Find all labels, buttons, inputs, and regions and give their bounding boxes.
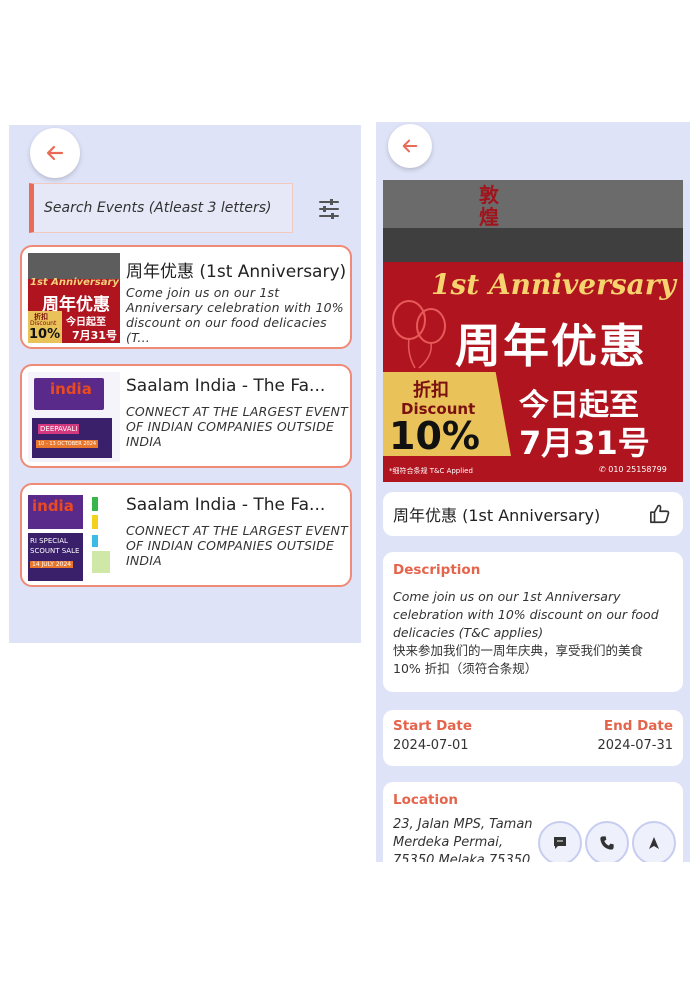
navigate-button[interactable] [632,821,676,862]
start-date-value: 2024-07-01 [393,738,469,753]
thumbs-up-icon[interactable] [649,503,671,525]
search-placeholder: Search Events (Atleast 3 letters) [44,200,272,216]
banner-footer-left: *细符合条规 T&C Applied [389,467,473,475]
event-title: 周年优惠 (1st Anniversary) [393,506,601,525]
description-label: Description [393,562,481,578]
start-date-label: Start Date [393,718,473,734]
thumb-line-1: DEEPAVALI [38,424,80,434]
event-description: Come join us on our 1st Anniversary cele… [126,285,344,345]
thumb-text-1: 今日起至 [66,317,106,328]
banner-footer-right: ✆ 010 25158799 [599,465,667,474]
thumb-logo: india [50,380,92,398]
phone-icon: ✆ [599,465,606,474]
location-value: 23, Jalan MPS, Taman Merdeka Permai, 753… [393,817,533,862]
event-title-card: 周年优惠 (1st Anniversary) [383,492,683,536]
banner-text-2: 7月31号 [519,424,650,462]
thumb-line-2: 10 - 13 OCTOBER 2024 [36,440,99,448]
banner-logo: 敦煌 [479,183,499,229]
location-label: Location [393,792,458,808]
event-list-screen: Search Events (Atleast 3 letters) 1st An… [9,125,361,643]
back-button[interactable] [388,124,432,168]
thumb-headline: 1st Anniversary [30,277,119,288]
thumb-text-2: 7月31号 [72,329,117,342]
banner-chinese: 周年优惠 [455,319,647,373]
event-card[interactable]: india RI SPECIAL SCOUNT SALE 14 JULY 202… [20,483,352,587]
phone-icon [600,836,614,850]
arrow-left-icon [46,145,64,161]
arrow-left-icon [402,139,418,153]
thumb-discount: 10% [29,327,61,342]
navigation-arrow-icon [649,837,659,849]
thumb-badge-en: Discount [30,320,57,327]
banner-phone: 010 25158799 [608,465,667,474]
description-text-en: Come join us on our 1st Anniversary cele… [393,589,659,640]
filter-sliders-icon[interactable] [317,197,341,221]
description-card: Description Come join us on our 1st Anni… [383,552,683,692]
description-text-cn: 快来参加我们的一周年庆典，享受我们的美食 10% 折扣（须符合条规） [393,643,644,676]
message-icon [554,837,566,849]
banner-headline: 1st Anniversary [431,268,676,301]
banner-discount: 10% [389,414,480,458]
dates-card: Start Date 2024-07-01 End Date 2024-07-3… [383,710,683,766]
call-button[interactable] [585,821,629,862]
event-banner-image: 敦煌 1st Anniversary 周年优惠 折扣 Discount 10% … [383,180,683,482]
thumb-line-2: SCOUNT SALE [30,547,80,555]
end-date-label: End Date [603,718,673,734]
search-input[interactable]: Search Events (Atleast 3 letters) [29,183,293,233]
end-date-value: 2024-07-31 [597,738,673,753]
thumb-logo: india [32,497,74,515]
message-button[interactable] [538,821,582,862]
thumb-line-3: 14 JULY 2024 [30,561,74,568]
event-thumbnail: india RI SPECIAL SCOUNT SALE 14 JULY 202… [28,491,120,581]
event-title: Saalam India - The Fa... [126,495,326,515]
event-card[interactable]: india DEEPAVALI 10 - 13 OCTOBER 2024 Saa… [20,364,352,468]
event-thumbnail: india DEEPAVALI 10 - 13 OCTOBER 2024 [28,372,120,462]
event-title: 周年优惠 (1st Anniversary) [126,262,347,282]
event-detail-screen: 敦煌 1st Anniversary 周年优惠 折扣 Discount 10% … [376,122,690,862]
balloon-icon [392,300,446,369]
event-title: Saalam India - The Fa... [126,376,326,396]
event-description: CONNECT AT THE LARGEST EVENT OF INDIAN C… [126,404,348,449]
event-card[interactable]: 1st Anniversary 周年优惠 折扣 Discount 10% 今日起… [20,245,352,349]
banner-badge-cn: 折扣 [413,380,449,401]
event-thumbnail: 1st Anniversary 周年优惠 折扣 Discount 10% 今日起… [28,253,120,343]
back-button[interactable] [30,128,80,178]
thumb-line-1: RI SPECIAL [30,537,68,545]
event-description: CONNECT AT THE LARGEST EVENT OF INDIAN C… [126,523,348,568]
